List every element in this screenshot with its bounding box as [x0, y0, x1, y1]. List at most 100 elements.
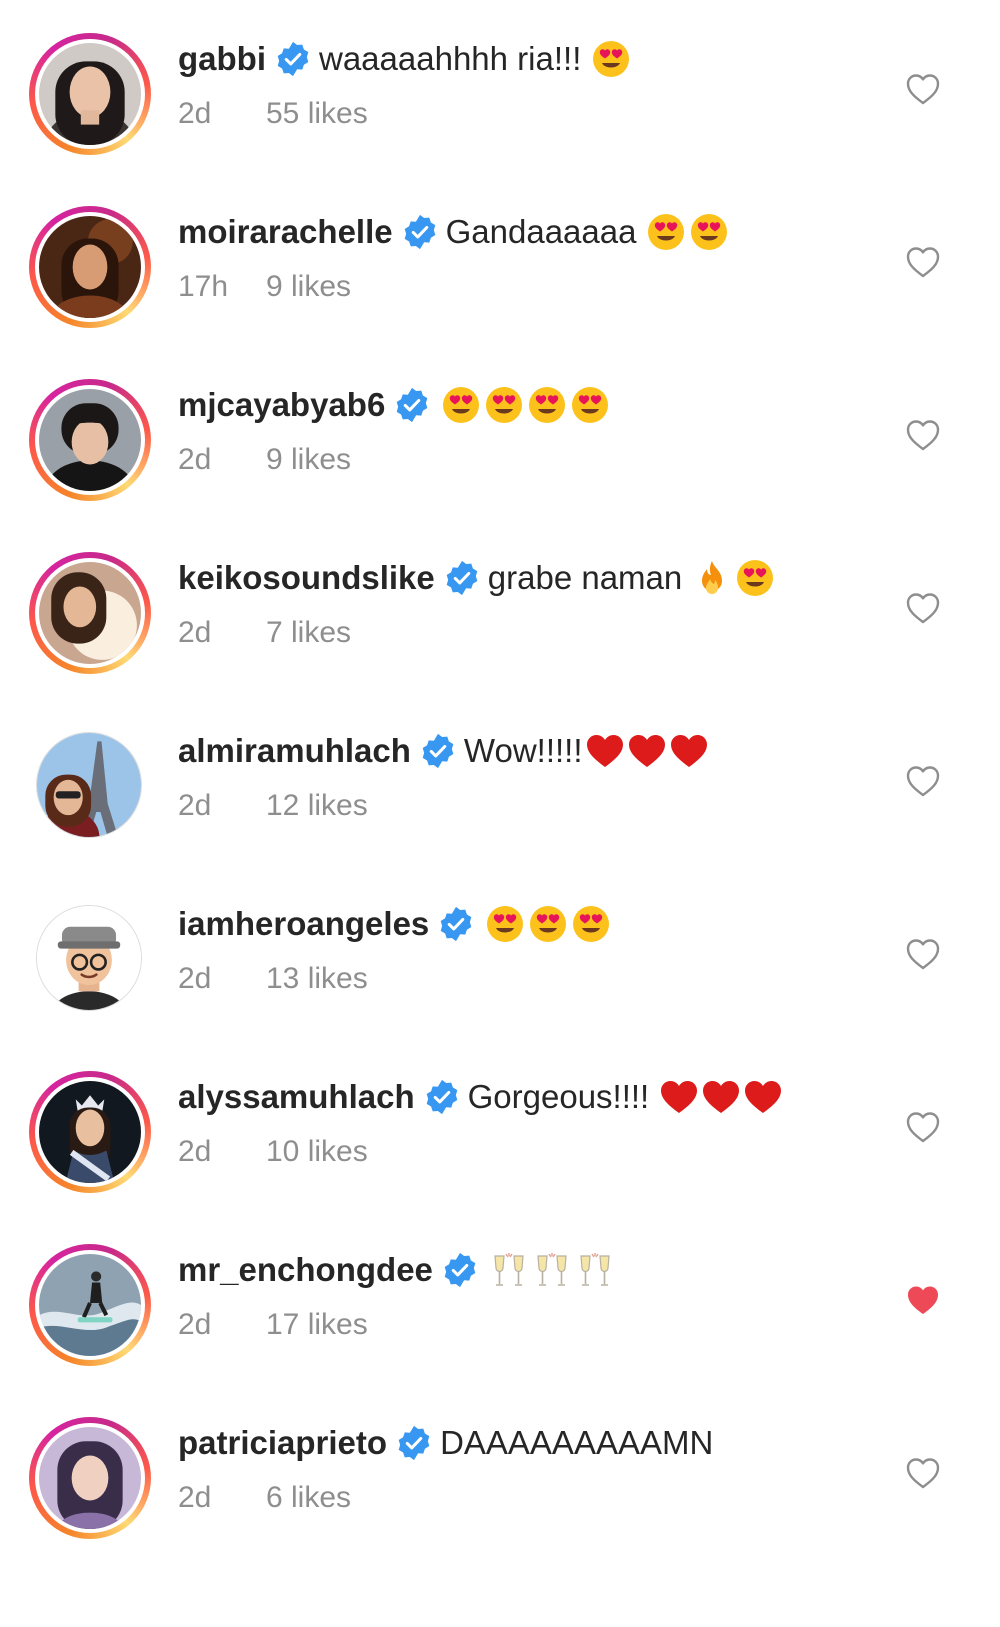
avatar[interactable] [39, 43, 141, 145]
username[interactable]: patriciaprieto [178, 1424, 387, 1462]
avatar-frame[interactable] [29, 898, 151, 1020]
heart-eyes-emoji-icon [591, 39, 631, 79]
like-button[interactable] [905, 1110, 941, 1144]
username[interactable]: mjcayabyab6 [178, 386, 385, 424]
comment-text: Gorgeous!!!! [467, 1078, 650, 1115]
red-heart-emoji-icon [659, 1079, 699, 1115]
story-ring[interactable] [29, 552, 151, 674]
champagne-toast-emoji-icon [489, 1250, 529, 1290]
verified-badge-icon [422, 733, 454, 769]
story-ring[interactable] [29, 1417, 151, 1539]
username[interactable]: moirarachelle [178, 213, 393, 251]
red-heart-emoji-icon [585, 733, 625, 769]
red-heart-emoji-icon [627, 733, 667, 769]
timestamp: 2d [178, 1481, 212, 1514]
story-ring[interactable] [29, 1244, 151, 1366]
comment-row: gabbi waaaaahhhh ria!!! 2d 55 likes [0, 0, 1000, 180]
verified-badge-icon [397, 387, 428, 423]
avatar[interactable] [39, 389, 141, 491]
heart-eyes-emoji-icon [528, 904, 568, 944]
like-button[interactable] [905, 764, 941, 798]
heart-outline-icon [906, 766, 940, 797]
avatar[interactable] [39, 1254, 141, 1356]
comment-line: patriciaprieto DAAAAAAAAAMN [178, 1422, 713, 1464]
story-ring[interactable] [29, 379, 151, 501]
heart-eyes-emoji-icon [646, 212, 686, 252]
comment-text: Wow!!!!! [463, 732, 583, 769]
avatar[interactable] [39, 1081, 141, 1183]
timestamp: 2d [178, 962, 212, 995]
likes-count[interactable]: 12 likes [266, 789, 368, 823]
avatar[interactable] [39, 562, 141, 664]
verified-badge-icon [444, 1252, 476, 1288]
timestamp: 2d [178, 443, 212, 476]
verified-badge-icon [398, 1425, 430, 1461]
heart-eyes-emoji-icon [571, 904, 611, 944]
likes-count[interactable]: 55 likes [266, 97, 368, 131]
comment-row: moirarachelle Gandaaaaaa 17h 9 likes [0, 173, 1000, 353]
red-heart-emoji-icon [743, 1079, 783, 1115]
meta-line: 2d 10 likes [178, 1134, 368, 1170]
verified-badge-icon [440, 906, 472, 942]
like-button[interactable] [905, 245, 941, 279]
comment-text: Gandaaaaaa [445, 213, 637, 250]
meta-line: 2d 9 likes [178, 442, 351, 478]
like-button[interactable] [905, 937, 941, 971]
comment-line: iamheroangeles [178, 903, 611, 945]
meta-line: 2d 13 likes [178, 961, 368, 997]
timestamp: 2d [178, 1308, 212, 1341]
comment-text: DAAAAAAAAAMN [440, 1424, 714, 1461]
story-ring[interactable] [29, 206, 151, 328]
like-button[interactable] [905, 1283, 941, 1317]
like-button[interactable] [905, 72, 941, 106]
champagne-toast-emoji-icon [575, 1250, 615, 1290]
story-ring[interactable] [29, 33, 151, 155]
avatar[interactable] [36, 732, 142, 838]
username[interactable]: mr_enchongdee [178, 1251, 433, 1289]
username[interactable]: gabbi [178, 40, 266, 78]
heart-outline-icon [906, 1458, 940, 1489]
avatar-frame[interactable] [29, 725, 151, 847]
avatar[interactable] [36, 905, 142, 1011]
likes-count[interactable]: 7 likes [266, 616, 351, 650]
avatar[interactable] [39, 216, 141, 318]
timestamp: 17h [178, 270, 229, 303]
comment-text: grabe naman [487, 559, 683, 596]
verified-badge-icon [277, 41, 309, 77]
username[interactable]: iamheroangeles [178, 905, 429, 943]
like-button[interactable] [905, 1456, 941, 1490]
like-button[interactable] [905, 418, 941, 452]
comment-line: moirarachelle Gandaaaaaa [178, 211, 729, 253]
likes-count[interactable]: 6 likes [266, 1481, 351, 1515]
heart-eyes-emoji-icon [441, 385, 481, 425]
timestamp: 2d [178, 789, 212, 822]
avatar[interactable] [39, 1427, 141, 1529]
fire-emoji-icon [692, 558, 732, 598]
heart-eyes-emoji-icon [527, 385, 567, 425]
comment-row: mjcayabyab6 2d 9 likes [0, 346, 1000, 526]
username[interactable]: alyssamuhlach [178, 1078, 415, 1116]
likes-count[interactable]: 9 likes [266, 270, 351, 304]
verified-badge-icon [446, 560, 478, 596]
comment-line: gabbi waaaaahhhh ria!!! [178, 38, 631, 80]
red-heart-emoji-icon [669, 733, 709, 769]
heart-eyes-emoji-icon [735, 558, 775, 598]
heart-outline-icon [906, 593, 940, 624]
username[interactable]: keikosoundslike [178, 559, 435, 597]
timestamp: 2d [178, 1135, 212, 1168]
likes-count[interactable]: 13 likes [266, 962, 368, 996]
timestamp: 2d [178, 97, 212, 130]
like-button[interactable] [905, 591, 941, 625]
likes-count[interactable]: 9 likes [266, 443, 351, 477]
comment-row: keikosoundslike grabe naman 2d 7 likes [0, 519, 1000, 699]
heart-eyes-emoji-icon [570, 385, 610, 425]
username[interactable]: almiramuhlach [178, 732, 411, 770]
red-heart-emoji-icon [701, 1079, 741, 1115]
likes-count[interactable]: 17 likes [266, 1308, 368, 1342]
meta-line: 2d 7 likes [178, 615, 351, 651]
comment-row: alyssamuhlach Gorgeous!!!! 2d 10 likes [0, 1038, 1000, 1218]
meta-line: 2d 6 likes [178, 1480, 351, 1516]
story-ring[interactable] [29, 1071, 151, 1193]
comment-line: keikosoundslike grabe naman [178, 557, 775, 599]
likes-count[interactable]: 10 likes [266, 1135, 368, 1169]
